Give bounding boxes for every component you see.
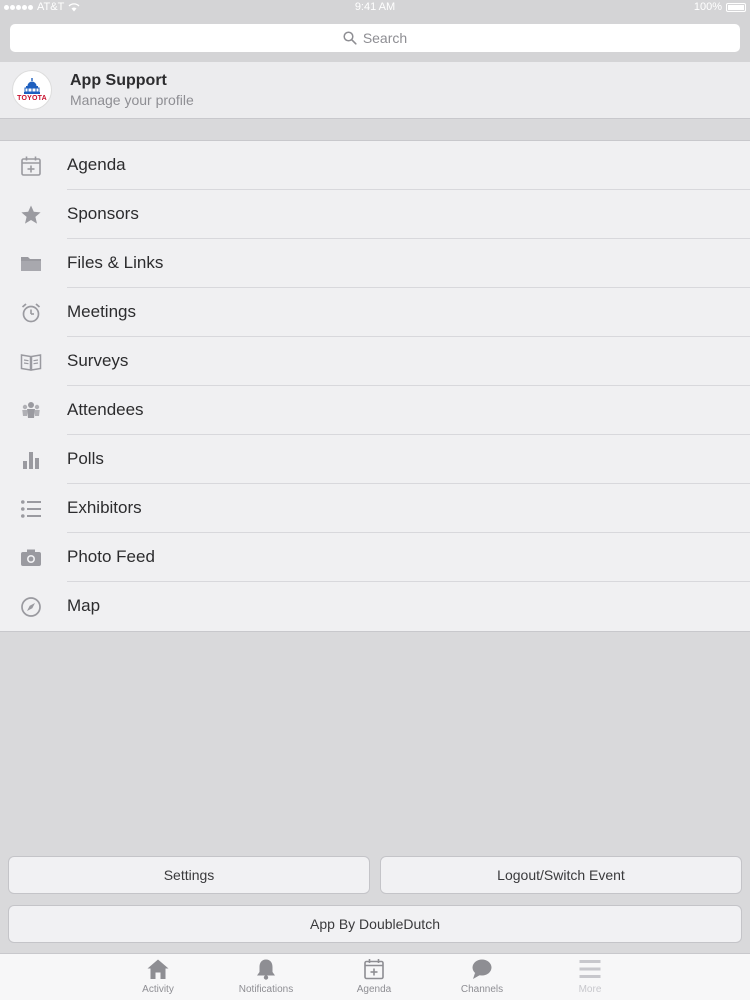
tab-channels[interactable]: Channels [437, 958, 527, 995]
profile-subtitle: Manage your profile [70, 92, 194, 108]
tab-bar: Activity Notifications Agenda Channels M… [0, 953, 750, 1000]
star-icon [19, 203, 43, 227]
calendar-plus-icon [19, 154, 43, 178]
menu-item-exhibitors[interactable]: Exhibitors [0, 484, 750, 533]
profile-row[interactable]: TOYOTA App Support Manage your profile [0, 62, 750, 119]
list-icon [19, 497, 43, 521]
search-placeholder: Search [362, 30, 408, 46]
bell-icon [257, 959, 275, 980]
tab-label: Notifications [238, 984, 294, 995]
avatar: TOYOTA [12, 70, 52, 110]
menu-item-label: Sponsors [67, 204, 139, 223]
camera-icon [19, 546, 43, 570]
compass-icon [19, 595, 43, 619]
menu-item-label: Attendees [67, 400, 144, 419]
main-menu: Agenda Sponsors Files & Links Meetings S… [0, 140, 750, 632]
clock: 9:41 AM [354, 1, 396, 13]
menu-item-polls[interactable]: Polls [0, 435, 750, 484]
menu-item-surveys[interactable]: Surveys [0, 337, 750, 386]
tab-activity[interactable]: Activity [113, 958, 203, 995]
logout-switch-event-button[interactable]: Logout/Switch Event [380, 856, 742, 894]
folder-icon [19, 252, 43, 276]
battery-icon [726, 2, 746, 12]
menu-item-label: Photo Feed [67, 547, 155, 566]
open-book-icon [19, 350, 43, 374]
chat-bubble-icon [472, 959, 492, 979]
home-icon [147, 959, 169, 979]
menu-item-label: Polls [67, 449, 104, 468]
settings-button[interactable]: Settings [8, 856, 370, 894]
search-bar: Search [0, 16, 750, 62]
tab-label: More [578, 984, 602, 995]
menu-item-agenda[interactable]: Agenda [0, 141, 750, 190]
avatar-brand-text: TOYOTA [17, 95, 47, 102]
alarm-clock-icon [19, 301, 43, 325]
menu-item-label: Meetings [67, 302, 136, 321]
menu-item-sponsors[interactable]: Sponsors [0, 190, 750, 239]
menu-item-label: Map [67, 596, 101, 615]
app-by-doubledutch-button[interactable]: App By DoubleDutch [8, 905, 742, 943]
status-bar: AT&T 9:41 AM 100% [0, 0, 750, 16]
tab-label: Activity [142, 984, 174, 995]
search-icon [343, 31, 357, 45]
menu-item-photo-feed[interactable]: Photo Feed [0, 533, 750, 582]
menu-item-attendees[interactable]: Attendees [0, 386, 750, 435]
calendar-plus-icon [364, 959, 384, 980]
menu-item-label: Exhibitors [67, 498, 142, 517]
tab-notifications[interactable]: Notifications [221, 958, 311, 995]
battery-group: 100% [694, 1, 746, 13]
people-icon [19, 399, 43, 423]
capitol-logo-icon [24, 78, 40, 94]
menu-item-files-links[interactable]: Files & Links [0, 239, 750, 288]
menu-item-label: Surveys [67, 351, 129, 370]
menu-lines-icon [579, 960, 601, 978]
menu-item-label: Files & Links [67, 253, 164, 272]
tab-label: Channels [460, 984, 504, 995]
bar-chart-icon [19, 448, 43, 472]
tab-label: Agenda [356, 984, 392, 995]
tab-more[interactable]: More [545, 958, 635, 995]
menu-item-meetings[interactable]: Meetings [0, 288, 750, 337]
profile-name: App Support [70, 72, 167, 89]
battery-percent: 100% [693, 1, 722, 13]
tab-agenda[interactable]: Agenda [329, 958, 419, 995]
menu-item-map[interactable]: Map [0, 582, 750, 631]
search-input[interactable]: Search [10, 24, 740, 52]
menu-item-label: Agenda [67, 155, 126, 174]
